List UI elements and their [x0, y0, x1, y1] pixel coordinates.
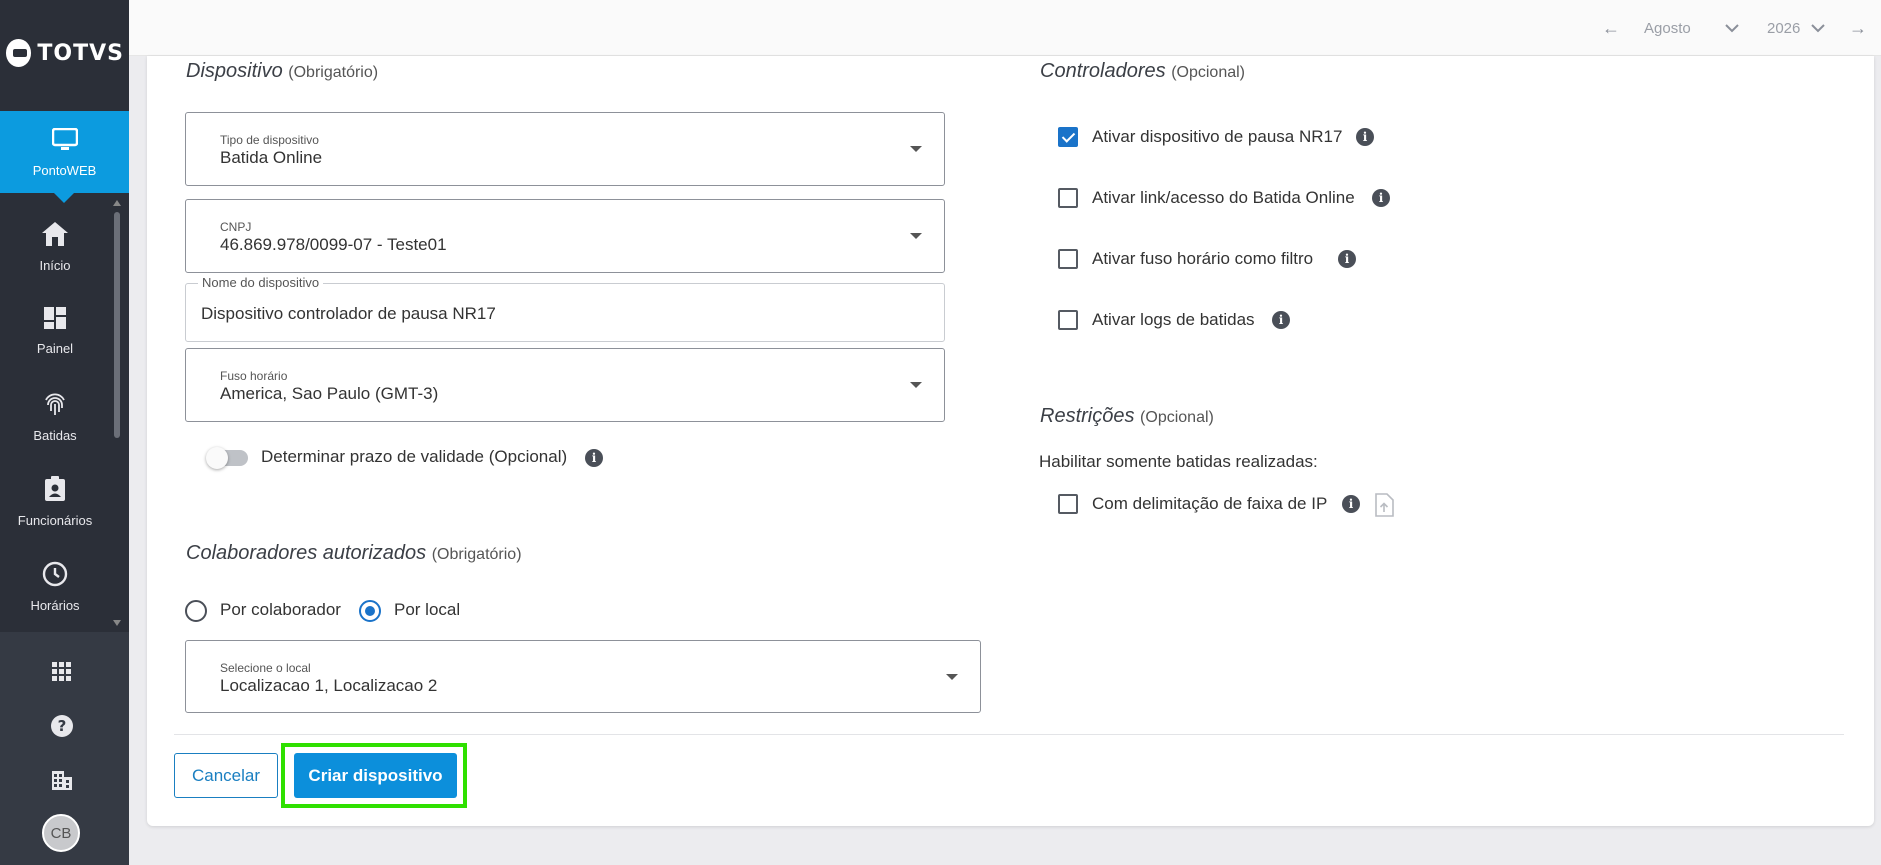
checkbox-logs-batidas[interactable]: [1058, 310, 1078, 330]
scroll-down-icon[interactable]: [113, 620, 121, 626]
file-upload-icon[interactable]: [1374, 493, 1394, 522]
sidebar-item-label: PontoWEB: [32, 163, 97, 178]
radio-por-colaborador[interactable]: [185, 600, 207, 622]
info-icon[interactable]: i: [1338, 250, 1356, 268]
sidebar-item-label: Início: [39, 258, 71, 273]
scroll-up-icon[interactable]: [113, 200, 121, 206]
section-subtitle: (Opcional): [1140, 409, 1214, 426]
caret-down-icon: [910, 146, 922, 152]
sidebar-item-label: Funcionários: [17, 513, 93, 528]
sidebar-item-pontoweb[interactable]: PontoWEB: [0, 111, 129, 203]
section-subtitle: (Obrigatório): [288, 64, 379, 81]
cancel-button[interactable]: Cancelar: [174, 753, 278, 798]
section-title-text: Controladores: [1040, 60, 1166, 82]
checkbox-faixa-ip[interactable]: [1058, 494, 1078, 514]
validade-label: Determinar prazo de validade (Opcional): [261, 447, 568, 466]
building-icon[interactable]: [48, 766, 76, 794]
field-value: Dispositivo controlador de pausa NR17: [201, 304, 496, 323]
fingerprint-icon: [0, 391, 110, 422]
section-subtitle: (Opcional): [1171, 64, 1245, 81]
create-device-button[interactable]: Criar dispositivo: [294, 753, 457, 798]
section-title-controladores: Controladores (Opcional): [1040, 60, 1245, 83]
sidebar-item-funcionarios[interactable]: Funcionários: [0, 460, 110, 545]
totvs-logo[interactable]: TOTVS: [6, 36, 124, 70]
sidebar-item-batidas[interactable]: Batidas: [0, 375, 110, 460]
radio-label: Por local: [394, 600, 461, 619]
apps-grid-icon[interactable]: [48, 658, 76, 686]
section-title-text: Colaboradores autorizados: [186, 542, 427, 564]
caret-down-icon: [910, 382, 922, 388]
arrow-right-icon[interactable]: →: [1849, 18, 1867, 39]
toggle-knob: [206, 447, 228, 469]
chevron-down-icon[interactable]: [1725, 20, 1739, 38]
caret-down-icon: [946, 674, 958, 680]
info-icon[interactable]: i: [1372, 189, 1390, 207]
section-title-colaboradores: Colaboradores autorizados (Obrigatório): [186, 542, 522, 565]
dashboard-icon: [0, 306, 110, 335]
badge-icon: [0, 476, 110, 507]
sidebar-item-label: Batidas: [33, 428, 77, 443]
field-label: Nome do dispositivo: [198, 275, 324, 290]
checkbox-pausa-nr17[interactable]: [1058, 127, 1078, 147]
section-title-text: Dispositivo: [186, 60, 283, 82]
field-value: Localizacao 1, Localizacao 2: [220, 676, 438, 695]
help-icon[interactable]: ?: [48, 712, 76, 740]
checkbox-label: Ativar dispositivo de pausa NR17: [1092, 127, 1343, 146]
info-icon[interactable]: i: [1342, 495, 1360, 513]
sidebar-item-painel[interactable]: Painel: [0, 290, 110, 375]
field-label: CNPJ: [220, 220, 252, 234]
restricoes-description: Habilitar somente batidas realizadas:: [1039, 452, 1318, 471]
sidebar: TOTVS PontoWEB Início Painel Batidas Fun…: [0, 0, 129, 865]
field-label: Tipo de dispositivo: [220, 133, 319, 147]
checkbox-label: Ativar logs de batidas: [1092, 310, 1255, 329]
totvs-logo-icon: [6, 39, 32, 67]
checkbox-label: Com delimitação de faixa de IP: [1092, 494, 1328, 513]
section-subtitle: (Obrigatório): [431, 546, 522, 563]
field-value: Batida Online: [220, 148, 323, 167]
clock-icon: [0, 561, 110, 592]
svg-text:?: ?: [58, 717, 67, 735]
monitor-icon: [0, 127, 129, 157]
radio-por-local[interactable]: [359, 600, 381, 622]
checkbox-label: Ativar link/acesso do Batida Online: [1092, 188, 1355, 207]
section-title-text: Restrições: [1040, 405, 1135, 427]
divider: [174, 734, 1844, 735]
info-icon[interactable]: i: [585, 449, 603, 467]
year-select[interactable]: 2026: [1767, 20, 1800, 37]
scroll-thumb[interactable]: [114, 212, 120, 438]
sidebar-scrollbar[interactable]: [112, 200, 122, 630]
nome-dispositivo-input[interactable]: Nome do dispositivo Dispositivo controla…: [185, 275, 945, 342]
caret-down-icon: [910, 233, 922, 239]
tipo-dispositivo-select[interactable]: Tipo de dispositivo Batida Online: [185, 112, 945, 186]
sidebar-item-label: Horários: [30, 598, 80, 613]
section-title-dispositivo: Dispositivo (Obrigatório): [186, 60, 378, 83]
checkbox-label: Ativar fuso horário como filtro: [1092, 249, 1314, 268]
arrow-left-icon[interactable]: ←: [1602, 18, 1620, 39]
field-value: America, Sao Paulo (GMT-3): [220, 384, 439, 403]
avatar[interactable]: CB: [42, 814, 80, 852]
info-icon[interactable]: i: [1356, 128, 1374, 146]
fuso-horario-select[interactable]: Fuso horário America, Sao Paulo (GMT-3): [185, 348, 945, 422]
chevron-down-icon[interactable]: [1811, 20, 1825, 38]
validade-toggle[interactable]: [206, 447, 248, 469]
field-label: Fuso horário: [220, 369, 288, 383]
logo-text: TOTVS: [37, 40, 124, 66]
sidebar-item-horarios[interactable]: Horários: [0, 545, 110, 630]
month-select[interactable]: Agosto: [1644, 20, 1691, 37]
info-icon[interactable]: i: [1272, 311, 1290, 329]
sidebar-item-inicio[interactable]: Início: [0, 205, 110, 290]
topbar: ← Agosto 2026 →: [129, 0, 1881, 56]
radio-label: Por colaborador: [220, 600, 341, 619]
home-icon: [0, 221, 110, 252]
cnpj-select[interactable]: CNPJ 46.869.978/0099-07 - Teste01: [185, 199, 945, 273]
field-label: Selecione o local: [220, 661, 311, 675]
checkbox-link-batida-online[interactable]: [1058, 188, 1078, 208]
checkbox-fuso-filtro[interactable]: [1058, 249, 1078, 269]
sidebar-item-label: Painel: [36, 341, 74, 356]
local-select[interactable]: Selecione o local Localizacao 1, Localiz…: [185, 640, 981, 713]
field-value: 46.869.978/0099-07 - Teste01: [220, 235, 447, 254]
section-title-restricoes: Restrições (Opcional): [1040, 405, 1214, 428]
